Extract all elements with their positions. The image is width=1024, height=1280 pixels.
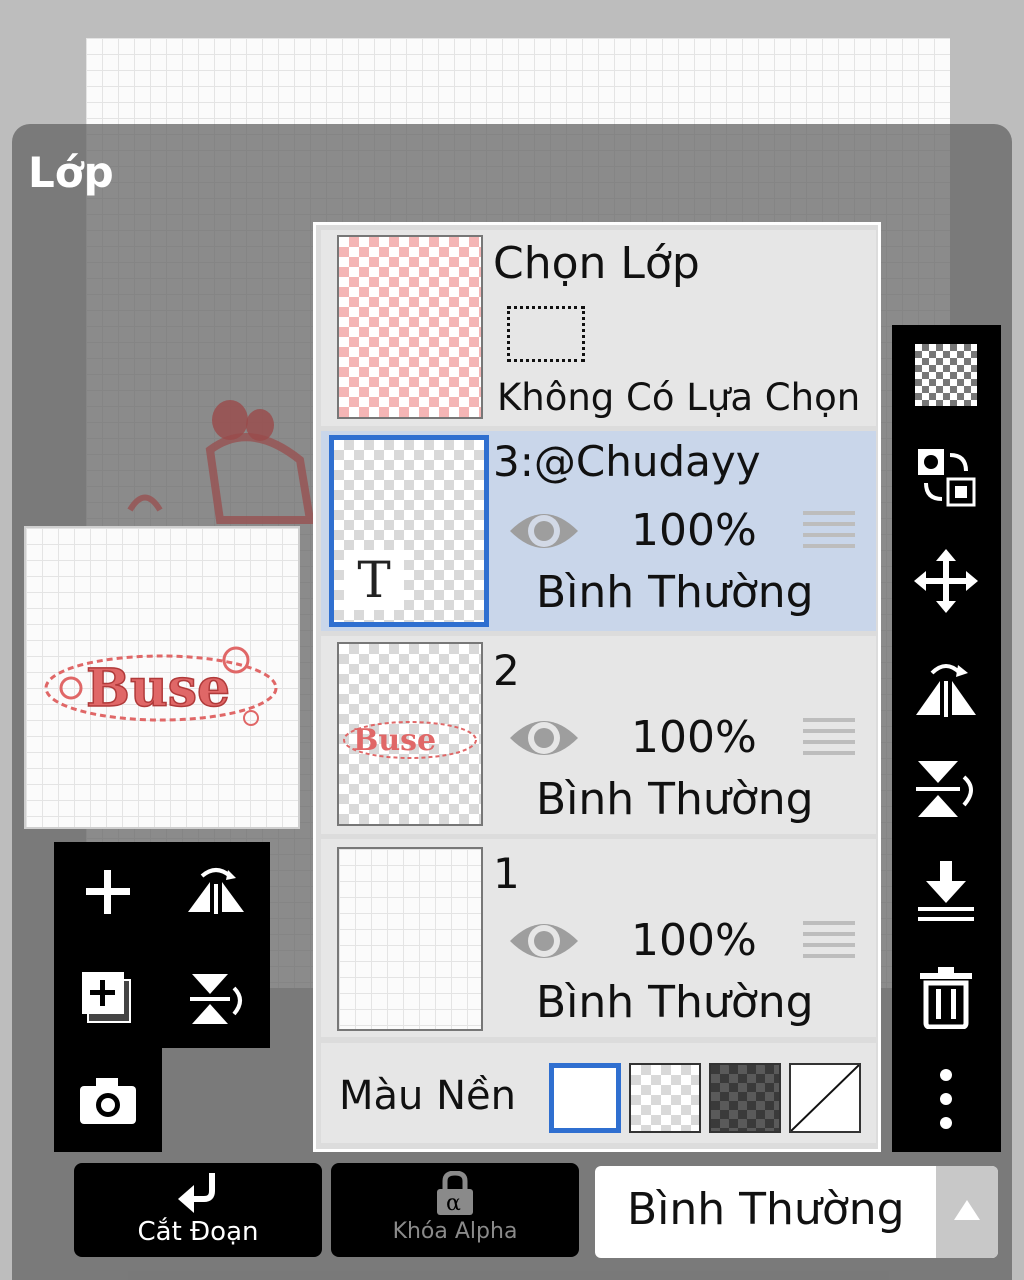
copy-layer-icon (82, 972, 131, 1023)
no-background-icon (791, 1065, 859, 1131)
flip-horizontal-icon (916, 664, 976, 717)
checkerboard-icon (915, 344, 977, 406)
blend-mode-select[interactable]: Bình Thường (595, 1166, 998, 1258)
swap-layer-button[interactable] (914, 445, 978, 509)
selection-title: Chọn Lớp (493, 238, 700, 289)
layer-row[interactable]: Buse 2 100% Bình Thường (321, 636, 876, 834)
canvas-artwork (127, 400, 315, 524)
bg-option-transparent-light[interactable] (629, 1063, 701, 1133)
clip-button[interactable]: Cắt Đoạn (74, 1163, 322, 1257)
text-layer-icon: T (344, 550, 404, 610)
layer-name: 2 (493, 646, 520, 695)
eye-icon (510, 514, 578, 548)
eye-icon (510, 924, 578, 958)
layer-blend-mode: Bình Thường (536, 774, 814, 825)
flip-horizontal-button[interactable] (184, 862, 248, 922)
right-toolbar (892, 325, 1001, 1152)
flip-horizontal-button[interactable] (914, 655, 978, 719)
add-layer-button[interactable] (78, 862, 138, 922)
camera-button[interactable] (76, 1072, 140, 1128)
preview-artwork: Buse (44, 646, 278, 726)
layer-blend-mode: Bình Thường (536, 567, 814, 618)
plus-icon (86, 870, 130, 914)
transparency-button[interactable] (914, 343, 978, 407)
layer-list: Chọn Lớp Không Có Lựa Chọn T 3:@Chudayy … (313, 222, 881, 1152)
flip-vertical-icon (916, 761, 973, 817)
eye-icon (510, 721, 578, 755)
bg-option-white[interactable] (549, 1063, 621, 1133)
chevron-up-icon (954, 1200, 980, 1220)
visibility-toggle[interactable] (506, 503, 582, 559)
layer-name: 3:@Chudayy (493, 437, 761, 486)
more-vertical-icon (940, 1069, 952, 1129)
layer-opacity[interactable]: 100% (631, 505, 757, 556)
layer-row[interactable]: 1 100% Bình Thường (321, 839, 876, 1037)
layer-name: 1 (493, 849, 520, 898)
blend-mode-dropdown[interactable] (936, 1166, 998, 1258)
visibility-toggle[interactable] (506, 913, 582, 969)
blend-mode-value: Bình Thường (627, 1184, 905, 1235)
layer-blend-mode: Bình Thường (536, 977, 814, 1028)
selection-marquee-icon (507, 306, 585, 362)
copy-layer-button[interactable] (78, 968, 140, 1028)
panel-title: Lớp (28, 148, 114, 197)
camera-icon (80, 1078, 136, 1124)
layer-thumbnail (337, 847, 483, 1031)
selection-status: Không Có Lựa Chọn (497, 376, 861, 419)
drag-handle[interactable] (803, 511, 855, 555)
clip-arrow-icon (178, 1173, 215, 1213)
selection-layer-row[interactable]: Chọn Lớp Không Có Lựa Chọn (321, 230, 876, 426)
layer-thumbnail: T (329, 435, 489, 627)
svg-text:α: α (446, 1191, 461, 1216)
alpha-lock-button[interactable]: α Khóa Alpha (331, 1163, 579, 1257)
clip-label: Cắt Đoạn (137, 1217, 259, 1247)
flip-horizontal-icon (188, 868, 244, 914)
merge-down-button[interactable] (914, 859, 978, 923)
canvas-preview[interactable]: Buse (24, 526, 300, 829)
flip-vertical-icon (190, 974, 242, 1024)
selection-thumbnail (337, 235, 483, 419)
visibility-toggle[interactable] (506, 710, 582, 766)
drag-handle[interactable] (803, 718, 855, 762)
swap-icon (918, 449, 976, 507)
alpha-lock-label: Khóa Alpha (392, 1219, 518, 1244)
layer-opacity[interactable]: 100% (631, 712, 757, 763)
background-color-label: Màu Nền (339, 1073, 516, 1119)
preview-art-text: Buse (86, 658, 230, 719)
bg-option-transparent-dark[interactable] (709, 1063, 781, 1133)
layer-thumb-artwork: Buse (343, 721, 477, 759)
layer-thumbnail: Buse (337, 642, 483, 826)
move-icon (914, 549, 978, 613)
layer-row[interactable]: T 3:@Chudayy 100% Bình Thường (321, 431, 876, 631)
background-color-row: Màu Nền (321, 1043, 876, 1143)
bg-option-none[interactable] (789, 1063, 861, 1133)
lock-alpha-icon: α (437, 1171, 473, 1216)
merge-down-icon (918, 861, 974, 921)
flip-vertical-button[interactable] (914, 757, 978, 821)
move-button[interactable] (914, 549, 978, 613)
more-options-button[interactable] (914, 1067, 978, 1131)
drag-handle[interactable] (803, 921, 855, 965)
layer-opacity[interactable]: 100% (631, 915, 757, 966)
flip-vertical-button[interactable] (184, 968, 248, 1030)
trash-icon (920, 967, 972, 1029)
delete-layer-button[interactable] (914, 965, 978, 1029)
layer-thumb-art-text: Buse (353, 723, 436, 758)
